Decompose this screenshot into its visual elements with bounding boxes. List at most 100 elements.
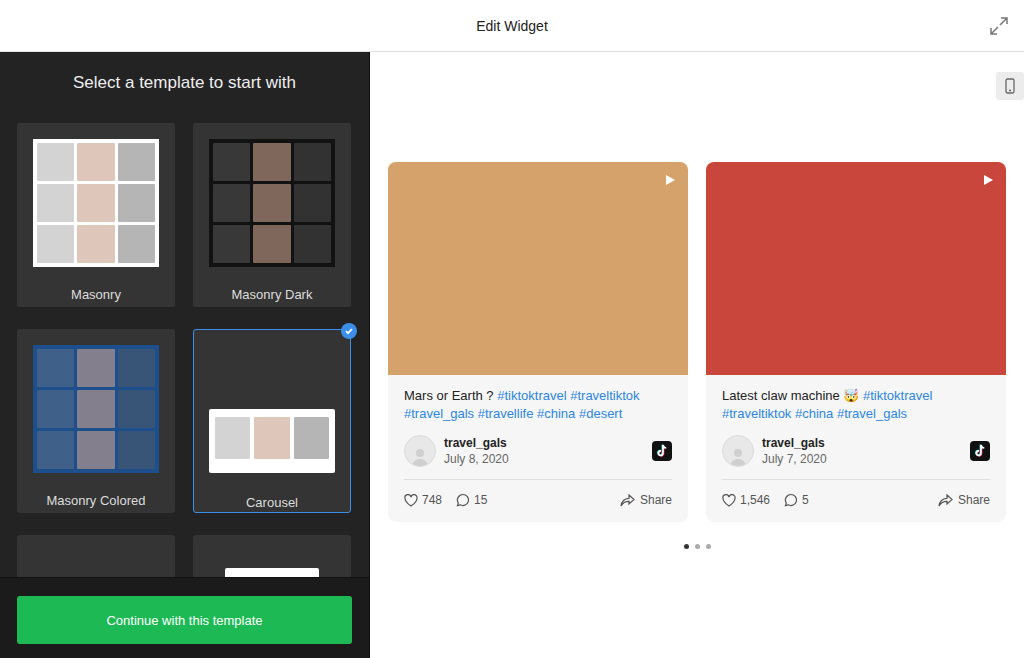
- heart-icon: [404, 494, 418, 507]
- thumbnail-tile: [118, 431, 155, 469]
- tiktok-icon[interactable]: [970, 441, 990, 461]
- thumbnail-tile: [37, 431, 74, 469]
- comment-icon: [456, 493, 470, 507]
- template-card[interactable]: Masonry Dark: [193, 123, 351, 307]
- hashtag-link[interactable]: #china: [795, 406, 833, 421]
- author-name[interactable]: travel_gals: [762, 435, 970, 451]
- template-card[interactable]: Masonry: [17, 123, 175, 307]
- template-thumbnail: [209, 407, 335, 475]
- caption-text: Mars or Earth ?: [404, 388, 494, 403]
- post-card[interactable]: Latest claw machine 🤯 #tiktoktravel #tra…: [706, 162, 1006, 522]
- thumbnail-tile: [77, 431, 114, 469]
- template-label: Carousel: [246, 494, 298, 512]
- hashtag-link[interactable]: #travel_gals: [404, 406, 474, 421]
- hashtag-link[interactable]: #traveltiktok: [722, 406, 791, 421]
- template-thumbnail: [209, 551, 335, 577]
- likes-count: 1,546: [740, 493, 770, 507]
- panel-footer: Continue with this template: [0, 577, 369, 658]
- thumbnail-tile: [294, 143, 331, 181]
- hashtag-link[interactable]: #desert: [579, 406, 622, 421]
- post-author: travel_galsJuly 8, 2020: [404, 435, 672, 467]
- thumbnail-strip: [49, 568, 143, 577]
- hashtag-link[interactable]: #tiktoktravel: [497, 388, 566, 403]
- thumbnail-tile: [77, 184, 114, 222]
- thumbnail-tile: [213, 225, 250, 263]
- thumbnail-tile: [77, 225, 114, 263]
- thumbnail-tile: [254, 417, 289, 459]
- thumbnail-tile: [294, 417, 329, 459]
- tiktok-icon[interactable]: [652, 441, 672, 461]
- hashtag-link[interactable]: #travellife: [478, 406, 534, 421]
- thumbnail-tile: [118, 143, 155, 181]
- hashtag-link[interactable]: #travel_gals: [837, 406, 907, 421]
- thumbnail-tile: [253, 184, 290, 222]
- thumbnail-tile: [77, 349, 114, 387]
- thumbnail-tile: [37, 390, 74, 428]
- author-info: travel_galsJuly 8, 2020: [444, 435, 652, 467]
- thumbnail-tile: [77, 390, 114, 428]
- share-label: Share: [640, 493, 672, 507]
- check-icon: [341, 323, 357, 339]
- thumbnail-strip: [209, 409, 335, 473]
- share-icon: [938, 494, 953, 507]
- comments[interactable]: 15: [456, 493, 487, 507]
- post-caption: Mars or Earth ? #tiktoktravel #traveltik…: [404, 387, 672, 423]
- post-media[interactable]: [706, 162, 1006, 375]
- template-card[interactable]: [17, 535, 175, 577]
- post-body: Mars or Earth ? #tiktoktravel #traveltik…: [388, 375, 688, 522]
- mobile-view-button[interactable]: [996, 72, 1024, 100]
- template-grid: Masonry Masonry Dark Masonry Colored Carous…: [17, 123, 352, 577]
- caption-text: Latest claw machine 🤯: [722, 388, 859, 403]
- post-date: July 8, 2020: [444, 451, 652, 467]
- template-thumbnail: [33, 345, 159, 473]
- carousel-dot[interactable]: [684, 544, 689, 549]
- author-name[interactable]: travel_gals: [444, 435, 652, 451]
- template-card[interactable]: Carousel: [193, 329, 351, 513]
- carousel-cards: Mars or Earth ? #tiktoktravel #traveltik…: [370, 162, 1024, 522]
- post-actions: 748 15 Share: [404, 480, 672, 510]
- likes[interactable]: 1,546: [722, 493, 770, 507]
- post-divider: [722, 479, 990, 480]
- thumbnail-tile: [37, 143, 74, 181]
- template-thumbnail: [33, 139, 159, 267]
- template-thumbnail: [33, 551, 159, 577]
- carousel-dot[interactable]: [706, 544, 711, 549]
- template-card[interactable]: Masonry Colored: [17, 329, 175, 513]
- comments-count: 15: [474, 493, 487, 507]
- thumbnail-strip: [225, 568, 319, 577]
- comments[interactable]: 5: [784, 493, 809, 507]
- preview-panel: Mars or Earth ? #tiktoktravel #traveltik…: [370, 52, 1024, 658]
- thumbnail-tile: [253, 225, 290, 263]
- post-media[interactable]: [388, 162, 688, 375]
- hashtag-link[interactable]: #china: [537, 406, 575, 421]
- thumbnail-tile: [118, 349, 155, 387]
- template-card[interactable]: [193, 535, 351, 577]
- thumbnail-tile: [77, 143, 114, 181]
- share-label: Share: [958, 493, 990, 507]
- carousel-dots: [370, 544, 1024, 549]
- header-title: Edit Widget: [476, 18, 548, 34]
- expand-icon[interactable]: [988, 15, 1010, 37]
- likes-count: 748: [422, 493, 442, 507]
- phone-icon: [1005, 78, 1015, 94]
- hashtag-link[interactable]: #tiktoktravel: [863, 388, 932, 403]
- likes[interactable]: 748: [404, 493, 442, 507]
- main-area: Select a template to start withMasonryMa…: [0, 52, 1024, 658]
- post-actions: 1,546 5 Share: [722, 480, 990, 510]
- avatar-icon: [722, 435, 754, 467]
- play-icon: [982, 174, 994, 186]
- template-label: Masonry Colored: [47, 492, 146, 510]
- header-bar: Edit Widget: [0, 0, 1024, 52]
- share-button[interactable]: Share: [938, 493, 990, 507]
- thumbnail-tile: [37, 184, 74, 222]
- carousel-dot[interactable]: [695, 544, 700, 549]
- hashtag-link[interactable]: #traveltiktok: [570, 388, 639, 403]
- template-label: Masonry Dark: [232, 286, 313, 304]
- share-button[interactable]: Share: [620, 493, 672, 507]
- continue-button[interactable]: Continue with this template: [17, 596, 352, 644]
- thumbnail-tile: [118, 390, 155, 428]
- thumbnail-tile: [118, 184, 155, 222]
- template-panel: Select a template to start withMasonryMa…: [0, 52, 370, 658]
- post-card[interactable]: Mars or Earth ? #tiktoktravel #traveltik…: [388, 162, 688, 522]
- thumbnail-tile: [253, 143, 290, 181]
